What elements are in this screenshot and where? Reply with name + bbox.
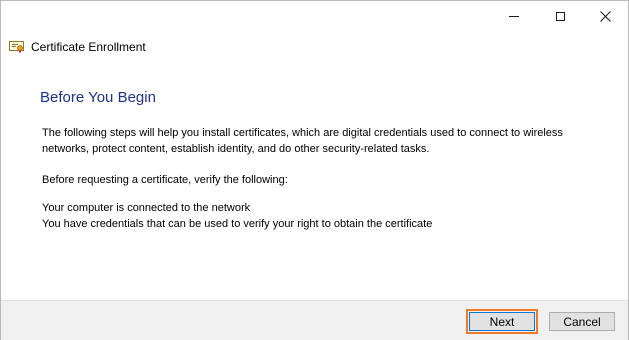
minimize-icon xyxy=(509,16,519,17)
next-button[interactable]: Next xyxy=(469,312,535,331)
requirement-item: Your computer is connected to the networ… xyxy=(42,202,251,214)
wizard-content: Before You Begin The following steps wil… xyxy=(21,69,627,300)
wizard-footer: Next Cancel xyxy=(1,300,628,340)
cancel-button[interactable]: Cancel xyxy=(549,312,615,331)
title-bar[interactable] xyxy=(1,1,628,32)
close-icon xyxy=(599,11,611,22)
maximize-icon xyxy=(555,12,565,21)
page-heading: Before You Begin xyxy=(40,89,156,106)
certificate-icon xyxy=(9,41,24,54)
requirement-item: You have credentials that can be used to… xyxy=(42,218,433,230)
close-button[interactable] xyxy=(582,1,628,32)
verify-prompt: Before requesting a certificate, verify … xyxy=(42,174,288,186)
maximize-button[interactable] xyxy=(537,1,583,32)
intro-text: The following steps will help you instal… xyxy=(42,127,563,155)
minimize-button[interactable] xyxy=(491,1,537,32)
certificate-enrollment-window: Certificate Enrollment Before You Begin … xyxy=(0,0,629,340)
requirements-list: Your computer is connected to the networ… xyxy=(42,200,612,232)
wizard-header: Certificate Enrollment xyxy=(9,38,146,56)
wizard-title: Certificate Enrollment xyxy=(31,40,146,54)
